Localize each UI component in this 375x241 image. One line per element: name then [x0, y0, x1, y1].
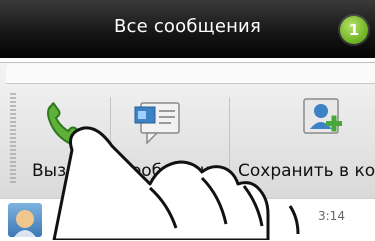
message-icon — [131, 101, 183, 151]
avatar — [8, 203, 42, 237]
message-row[interactable]: Hey, w 3:14 — [0, 198, 375, 241]
save-contact-icon — [302, 93, 346, 145]
unread-count-badge[interactable]: 1 — [340, 16, 368, 44]
save-contact-label: Сохранить в контакты — [238, 161, 375, 181]
drag-grip[interactable] — [10, 93, 16, 185]
page-title: Все сообщения — [114, 16, 261, 37]
save-contact-action[interactable]: Сохранить в контакты — [230, 89, 375, 189]
panel-header — [6, 63, 375, 84]
action-list: Вызов Сообщение Сохранить в ко — [18, 89, 375, 189]
message-label: Сообщение — [119, 161, 222, 181]
call-label: Вызов — [32, 161, 87, 181]
message-action[interactable]: Сообщение — [111, 89, 229, 189]
phone-icon — [38, 95, 94, 155]
call-action[interactable]: Вызов — [18, 89, 110, 189]
message-preview: Hey, w — [80, 209, 121, 223]
quick-action-panel: Вызов Сообщение Сохранить в ко — [0, 62, 375, 198]
title-bar: Все сообщения 1 — [0, 0, 375, 58]
message-time: 3:14 — [318, 209, 345, 223]
